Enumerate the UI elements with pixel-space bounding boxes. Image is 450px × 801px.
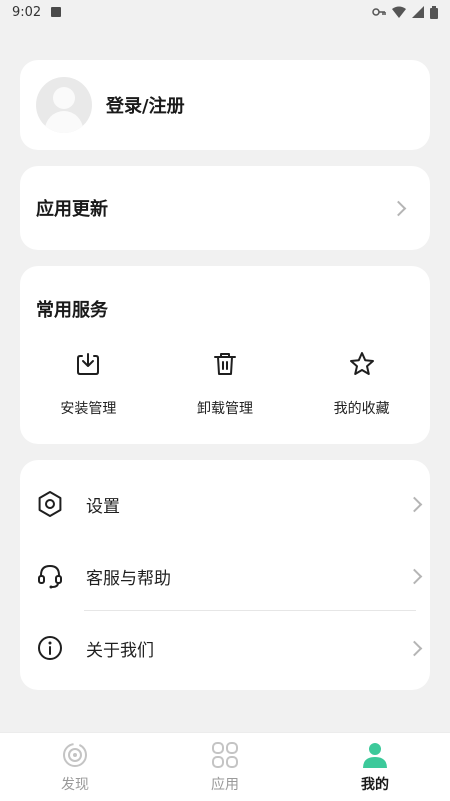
service-uninstall[interactable]: 卸载管理 bbox=[157, 350, 294, 418]
avatar-head bbox=[53, 87, 75, 109]
key-icon bbox=[372, 8, 386, 16]
chevron-right-icon bbox=[406, 640, 423, 656]
nav-label: 应用 bbox=[211, 777, 239, 793]
chevron-right-icon bbox=[390, 200, 407, 216]
menu-row-about[interactable]: 关于我们 bbox=[20, 612, 430, 684]
wifi-icon bbox=[392, 6, 406, 18]
chevron-right-icon bbox=[406, 568, 423, 584]
headset-icon bbox=[38, 564, 62, 589]
info-icon bbox=[38, 636, 62, 660]
service-label: 卸载管理 bbox=[197, 401, 253, 417]
menu-divider bbox=[84, 610, 416, 611]
discover-icon bbox=[63, 743, 87, 767]
service-label: 我的收藏 bbox=[333, 401, 390, 417]
nav-label: 我的 bbox=[361, 777, 389, 793]
battery-icon bbox=[430, 5, 438, 19]
login-register-label[interactable]: 登录/注册 bbox=[106, 92, 185, 118]
login-card[interactable]: 登录/注册 bbox=[20, 60, 430, 150]
service-grid: 安装管理 卸载管理 我的收藏 bbox=[20, 350, 430, 418]
menu-label: 关于我们 bbox=[86, 640, 154, 661]
trash-icon bbox=[214, 353, 236, 375]
status-bar: 9:02 bbox=[0, 0, 450, 24]
menu-row-support[interactable]: 客服与帮助 bbox=[20, 540, 430, 612]
menu-label: 客服与帮助 bbox=[86, 568, 171, 589]
app-update-row[interactable]: 应用更新 bbox=[20, 166, 430, 250]
gear-icon bbox=[38, 491, 62, 517]
common-services-title: 常用服务 bbox=[36, 300, 108, 321]
nav-label: 发现 bbox=[61, 777, 89, 793]
signal-icon bbox=[412, 6, 424, 18]
nav-profile[interactable]: 我的 bbox=[300, 733, 450, 801]
notification-icon bbox=[51, 7, 62, 17]
menu-row-settings[interactable]: 设置 bbox=[20, 468, 430, 540]
service-favorites[interactable]: 我的收藏 bbox=[293, 350, 430, 418]
nav-apps[interactable]: 应用 bbox=[150, 733, 300, 801]
nav-discover[interactable]: 发现 bbox=[0, 733, 150, 801]
settings-menu-card: 设置 客服与帮助 关于我们 bbox=[20, 460, 430, 690]
status-icons bbox=[372, 5, 438, 19]
service-install[interactable]: 安装管理 bbox=[20, 350, 157, 418]
install-icon bbox=[77, 353, 100, 375]
avatar[interactable] bbox=[36, 77, 92, 133]
app-update-label: 应用更新 bbox=[36, 199, 108, 220]
profile-icon bbox=[363, 743, 387, 768]
chevron-right-icon bbox=[406, 496, 423, 512]
star-icon bbox=[349, 352, 374, 375]
service-label: 安装管理 bbox=[60, 401, 117, 417]
bottom-nav: 发现 应用 我的 bbox=[0, 732, 450, 801]
apps-icon bbox=[212, 742, 238, 768]
avatar-body bbox=[45, 111, 83, 133]
common-services-card: 常用服务 安装管理 卸载管理 我的收藏 bbox=[20, 266, 430, 444]
menu-label: 设置 bbox=[86, 496, 120, 517]
status-time: 9:02 bbox=[12, 4, 42, 20]
